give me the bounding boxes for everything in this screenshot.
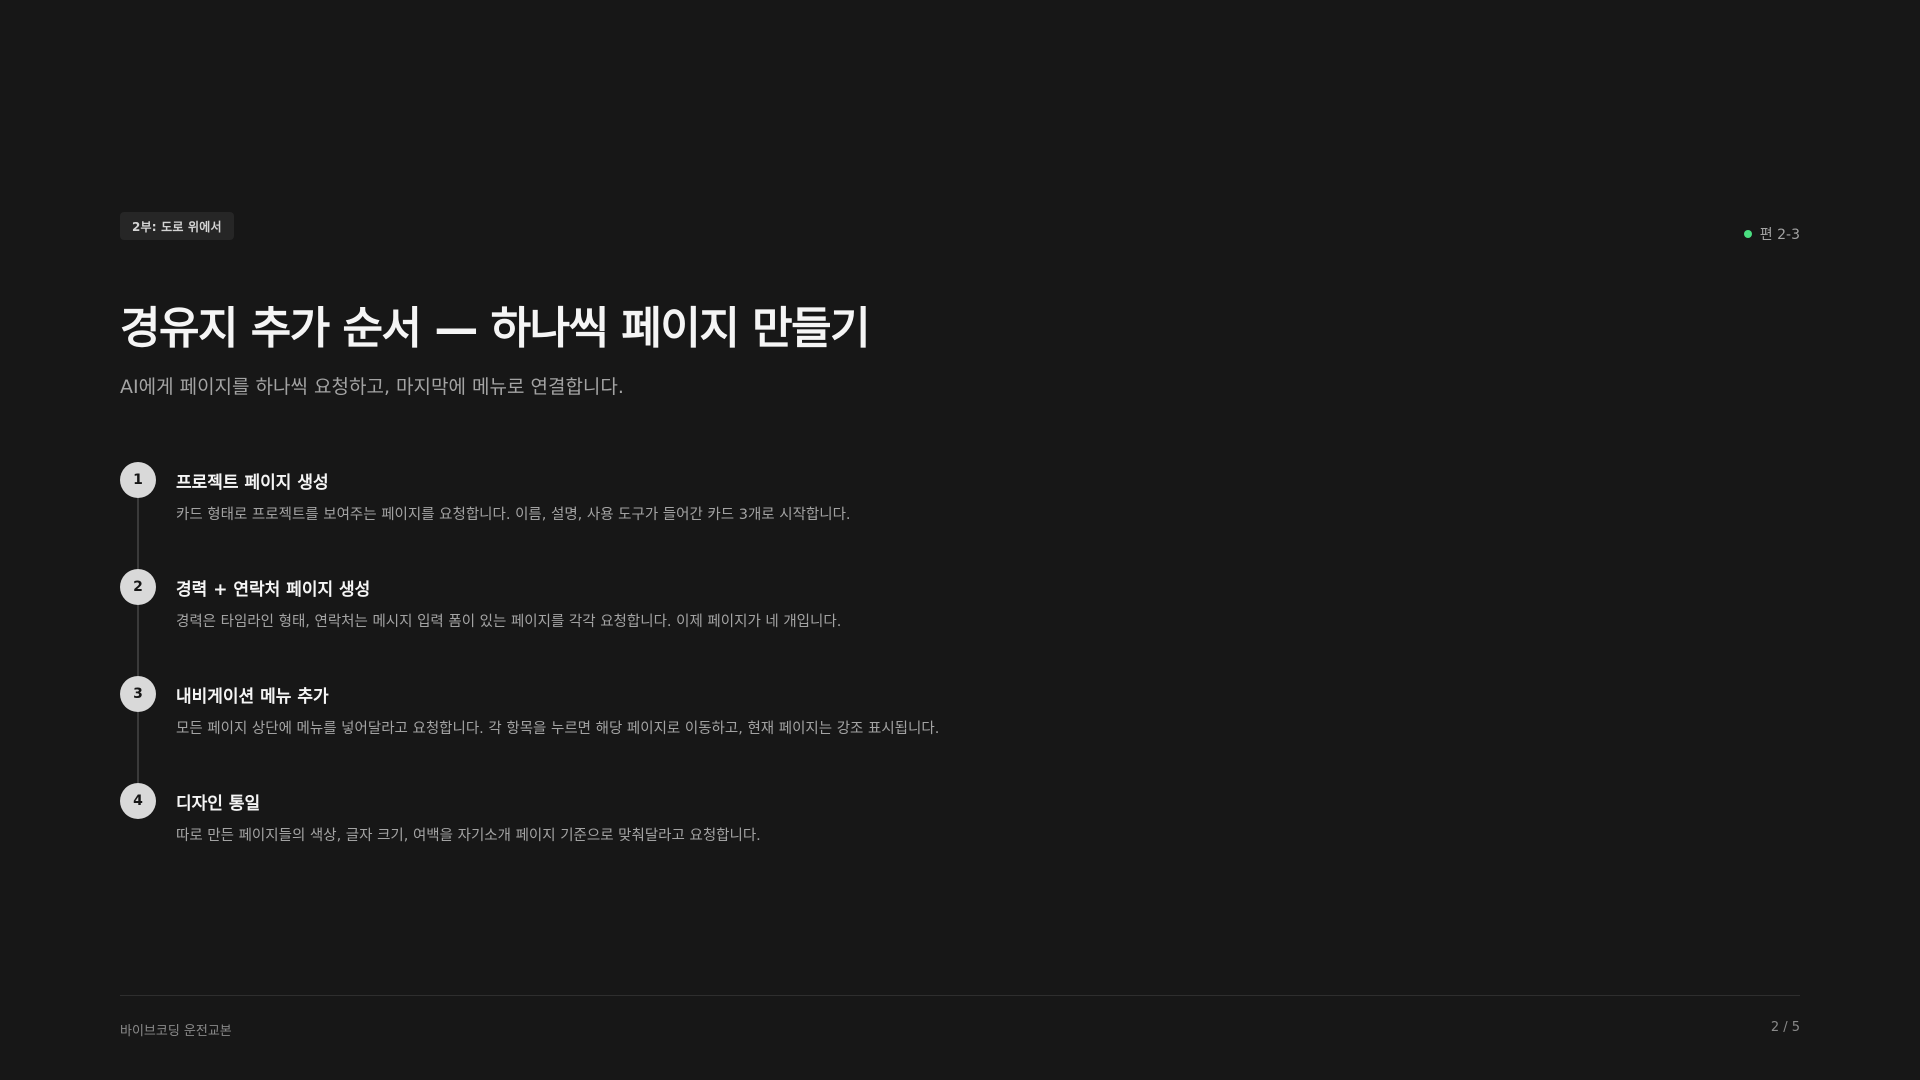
step-item: 4 디자인 통일 따로 만든 페이지들의 색상, 글자 크기, 여백을 자기소개… <box>120 783 1800 890</box>
footer-page-indicator: 2 / 5 <box>1770 1020 1800 1035</box>
step-connector-line <box>137 712 139 783</box>
step-number-badge: 4 <box>120 783 156 819</box>
step-item: 3 내비게이션 메뉴 추가 모든 페이지 상단에 메뉴를 넣어달라고 요청합니다… <box>120 676 1800 783</box>
step-item: 1 프로젝트 페이지 생성 카드 형태로 프로젝트를 보여주는 페이지를 요청합… <box>120 462 1800 569</box>
step-number-badge: 2 <box>120 569 156 605</box>
step-description: 경력은 타임라인 형태, 연락처는 메시지 입력 폼이 있는 페이지를 각각 요… <box>176 614 842 630</box>
step-title: 내비게이션 메뉴 추가 <box>176 687 329 707</box>
steps-list: 1 프로젝트 페이지 생성 카드 형태로 프로젝트를 보여주는 페이지를 요청합… <box>120 462 1800 890</box>
footer-divider <box>120 995 1800 996</box>
step-description: 카드 형태로 프로젝트를 보여주는 페이지를 요청합니다. 이름, 설명, 사용… <box>176 507 851 523</box>
page-subtitle: AI에게 페이지를 하나씩 요청하고, 마지막에 메뉴로 연결합니다. <box>120 376 624 398</box>
step-number-badge: 1 <box>120 462 156 498</box>
step-connector-line <box>137 605 139 676</box>
step-title: 경력 + 연락처 페이지 생성 <box>176 580 371 600</box>
step-item: 2 경력 + 연락처 페이지 생성 경력은 타임라인 형태, 연락처는 메시지 … <box>120 569 1800 676</box>
slide: 2부: 도로 위에서 편 2-3 경유지 추가 순서 — 하나씩 페이지 만들기… <box>0 0 1920 1080</box>
section-tag: 2부: 도로 위에서 <box>120 212 234 240</box>
status-dot-icon <box>1743 230 1752 238</box>
step-title: 프로젝트 페이지 생성 <box>176 473 329 493</box>
page-title: 경유지 추가 순서 — 하나씩 페이지 만들기 <box>120 303 871 354</box>
step-number-badge: 3 <box>120 676 156 712</box>
step-description: 따로 만든 페이지들의 색상, 글자 크기, 여백을 자기소개 페이지 기준으로… <box>176 828 761 844</box>
episode-label: 편 2-3 <box>1759 227 1800 243</box>
episode-indicator: 편 2-3 <box>1743 224 1800 244</box>
footer-book-title: 바이브코딩 운전교본 <box>120 1024 232 1039</box>
step-connector-line <box>137 498 139 569</box>
step-title: 디자인 통일 <box>176 794 261 814</box>
step-description: 모든 페이지 상단에 메뉴를 넣어달라고 요청합니다. 각 항목을 누르면 해당… <box>176 721 940 737</box>
